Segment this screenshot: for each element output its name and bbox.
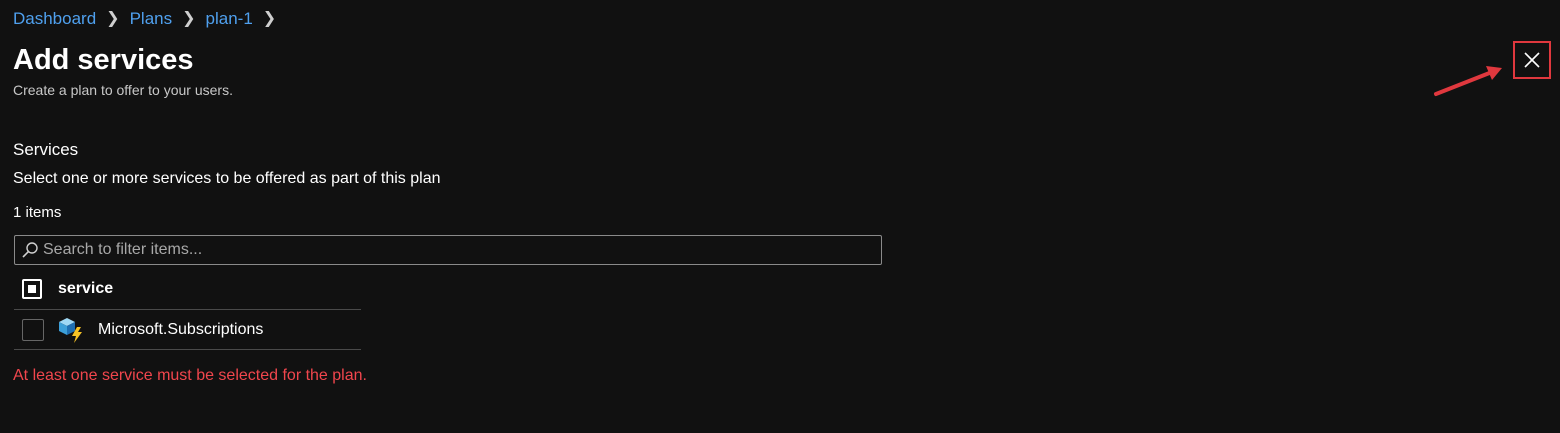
page-title: Add services (13, 44, 194, 76)
search-icon (21, 241, 39, 259)
breadcrumb: Dashboard ❯ Plans ❯ plan-1 ❯ (13, 8, 276, 30)
close-button[interactable] (1513, 41, 1551, 79)
breadcrumb-dashboard[interactable]: Dashboard (13, 8, 96, 30)
item-count: 1 items (13, 204, 62, 221)
filter-input[interactable] (39, 240, 881, 260)
chevron-right-icon: ❯ (182, 10, 196, 27)
select-all-checkbox[interactable] (22, 278, 42, 299)
chevron-right-icon: ❯ (262, 10, 277, 27)
services-description: Select one or more services to be offere… (13, 170, 441, 187)
service-name: Microsoft.Subscriptions (98, 320, 264, 338)
add-services-blade: Dashboard ❯ Plans ❯ plan-1 ❯ Add service… (0, 0, 1560, 433)
table-row[interactable]: Microsoft.Subscriptions (14, 310, 361, 350)
validation-error: At least one service must be selected fo… (13, 367, 367, 384)
chevron-right-icon: ❯ (106, 10, 120, 27)
row-checkbox[interactable] (22, 318, 44, 341)
annotation-arrow-icon (1434, 66, 1502, 96)
close-icon (1524, 52, 1540, 68)
column-header-service: service (58, 279, 114, 297)
services-table: service Microsoft.Subscriptions (14, 268, 361, 350)
services-label: Services (13, 140, 79, 159)
breadcrumb-plan-1[interactable]: plan-1 (206, 8, 253, 30)
page-subtitle: Create a plan to offer to your users. (13, 82, 233, 98)
subscription-service-icon (59, 317, 82, 343)
table-header-row: service (14, 268, 361, 310)
filter-box (14, 235, 882, 265)
breadcrumb-plans[interactable]: Plans (130, 8, 173, 30)
